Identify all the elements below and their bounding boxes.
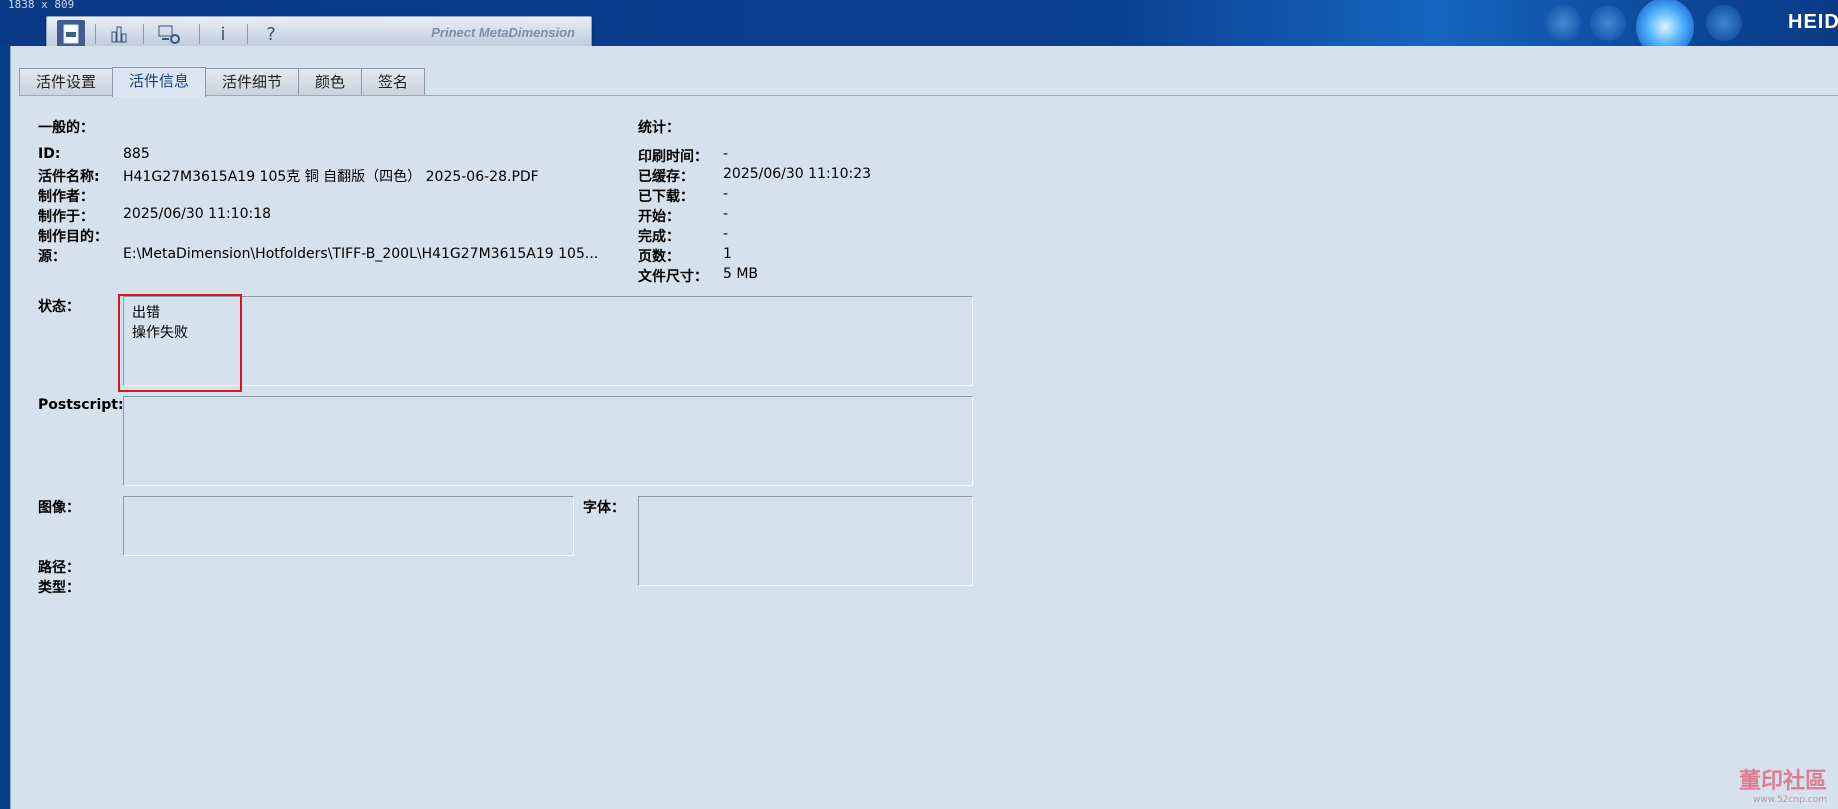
statistics-heading: 统计： [638, 120, 680, 136]
tab-divider [19, 95, 1838, 96]
toolbar-title: Prinect MetaDimension [431, 25, 575, 40]
status-label: 状态： [38, 299, 80, 315]
images-box[interactable] [123, 496, 574, 556]
main-panel: 活件设置 活件信息 活件细节 颜色 签名 一般的： ID: 885 活件名称: … [10, 46, 1838, 809]
help-icon[interactable]: ? [257, 20, 285, 48]
watermark-logo: 董印社區 www.52cnp.com [1739, 763, 1827, 805]
id-label: ID: [38, 146, 61, 162]
creator-label: 制作者： [38, 189, 94, 205]
postscript-label: Postscript: [38, 397, 124, 413]
job-icon[interactable] [57, 20, 85, 48]
done-value: - [723, 226, 729, 242]
toolbar-separator [95, 24, 96, 44]
cached-label: 已缓存： [638, 169, 694, 185]
watermark-url: www.52cnp.com [1752, 795, 1827, 805]
tab-job-details[interactable]: 活件细节 [205, 68, 299, 96]
status-box[interactable]: 出错 操作失败 [123, 296, 973, 386]
settings-computer-icon[interactable] [155, 20, 183, 48]
dimension-label: 1838 x 809 [8, 0, 75, 11]
toolbar-separator [143, 24, 144, 44]
created-label: 制作于： [38, 209, 94, 225]
pages-value: 1 [723, 246, 732, 262]
fonts-label: 字体： [583, 500, 625, 516]
tab-job-settings[interactable]: 活件设置 [19, 68, 113, 96]
general-heading: 一般的： [38, 120, 94, 136]
postscript-box[interactable] [123, 396, 973, 486]
filesize-value: 5 MB [723, 266, 759, 282]
id-value: 885 [123, 146, 150, 162]
start-label: 开始： [638, 209, 680, 225]
brand-logo: HEID [1788, 11, 1838, 33]
chart-icon[interactable] [105, 20, 133, 48]
type-label: 类型： [38, 580, 80, 596]
error-highlight-box [118, 294, 242, 392]
done-label: 完成： [638, 229, 680, 245]
watermark-text: 董印社區 [1738, 769, 1827, 794]
tab-job-info[interactable]: 活件信息 [112, 67, 206, 97]
print-time-label: 印刷时间： [638, 149, 708, 165]
orb-decoration-icon [1545, 5, 1581, 41]
created-value: 2025/06/30 11:10:18 [123, 206, 272, 222]
tab-colors[interactable]: 颜色 [298, 68, 362, 96]
pages-label: 页数： [638, 249, 680, 265]
downloaded-label: 已下载： [638, 189, 694, 205]
source-value: E:\MetaDimension\Hotfolders\TIFF-B_200L\… [123, 246, 599, 262]
purpose-label: 制作目的： [38, 229, 108, 245]
toolbar-separator [247, 24, 248, 44]
orb-decoration-icon [1590, 5, 1626, 41]
info-icon[interactable]: i [209, 20, 237, 48]
toolbar-separator [199, 24, 200, 44]
filesize-label: 文件尺寸： [638, 269, 708, 285]
tab-signature[interactable]: 签名 [361, 68, 425, 96]
fonts-box[interactable] [638, 496, 973, 586]
start-value: - [723, 206, 729, 222]
job-name-label: 活件名称: [38, 169, 100, 185]
downloaded-value: - [723, 186, 729, 202]
source-label: 源： [38, 249, 66, 265]
job-name-value: H41G27M3615A19 105克 铜 自翻版（四色） 2025-06-28… [123, 169, 539, 185]
orb-decoration-icon [1706, 5, 1742, 41]
images-label: 图像： [38, 500, 80, 516]
print-time-value: - [723, 146, 729, 162]
cached-value: 2025/06/30 11:10:23 [723, 166, 872, 182]
path-label: 路径： [38, 560, 80, 576]
